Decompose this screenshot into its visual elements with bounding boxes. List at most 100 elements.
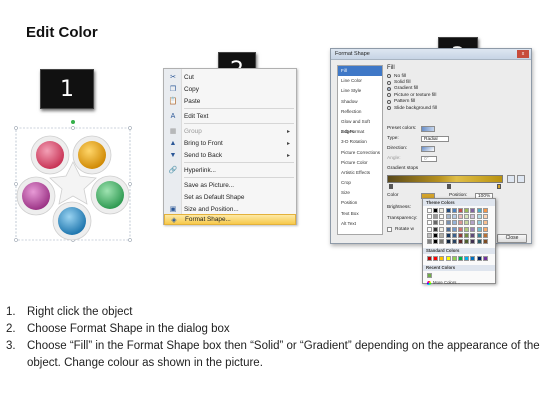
preset-colors-dropdown[interactable] bbox=[421, 125, 435, 132]
color-swatch[interactable] bbox=[427, 238, 432, 244]
color-swatch[interactable] bbox=[457, 220, 463, 226]
menu-item-format-shape[interactable]: ◈ Format Shape... bbox=[164, 214, 296, 225]
color-swatch[interactable] bbox=[464, 255, 470, 261]
color-swatch[interactable] bbox=[451, 220, 457, 226]
category-line-style[interactable]: Line Style bbox=[338, 86, 382, 96]
color-swatch[interactable] bbox=[457, 208, 463, 213]
color-swatch[interactable] bbox=[476, 255, 482, 261]
color-swatch[interactable] bbox=[451, 238, 457, 244]
gradient-stop-handle[interactable] bbox=[497, 184, 501, 189]
category-picture-color[interactable]: Picture Color bbox=[338, 158, 382, 168]
close-button[interactable]: Close bbox=[497, 234, 527, 243]
color-swatch[interactable] bbox=[427, 208, 432, 213]
more-colors-item[interactable]: More Colors... bbox=[423, 280, 495, 286]
color-swatch[interactable] bbox=[482, 208, 488, 213]
color-swatch[interactable] bbox=[439, 220, 445, 226]
color-swatch[interactable] bbox=[470, 220, 476, 226]
color-swatch[interactable] bbox=[427, 226, 432, 232]
category-glow[interactable]: Glow and Soft Edges bbox=[338, 117, 382, 134]
category-3d-format[interactable]: 3-D Format bbox=[338, 127, 382, 137]
color-swatch[interactable] bbox=[451, 208, 457, 213]
menu-item-hyperlink[interactable]: 🔗 Hyperlink... bbox=[164, 164, 296, 176]
color-swatch[interactable] bbox=[470, 226, 476, 232]
menu-item-save-as-picture[interactable]: Save as Picture... bbox=[164, 179, 296, 191]
color-swatch[interactable] bbox=[445, 232, 451, 238]
direction-dropdown[interactable] bbox=[421, 145, 435, 152]
menu-item-edit-text[interactable]: A Edit Text bbox=[164, 110, 296, 122]
color-swatch[interactable] bbox=[445, 214, 451, 220]
color-swatch[interactable] bbox=[457, 238, 463, 244]
menu-item-send-to-back[interactable]: ▼ Send to Back ▸ bbox=[164, 149, 296, 161]
category-line-color[interactable]: Line Color bbox=[338, 76, 382, 86]
color-swatch[interactable] bbox=[433, 214, 439, 220]
color-swatch[interactable] bbox=[445, 208, 451, 213]
color-swatch[interactable] bbox=[482, 238, 488, 244]
color-swatch[interactable] bbox=[445, 220, 451, 226]
color-swatch[interactable] bbox=[439, 232, 445, 238]
radio-slide-background-fill[interactable]: Slide background fill bbox=[387, 105, 529, 111]
type-dropdown[interactable]: Radial bbox=[421, 135, 449, 142]
menu-item-set-default-shape[interactable]: Set as Default Shape bbox=[164, 191, 296, 203]
color-swatch[interactable] bbox=[433, 255, 439, 261]
color-swatch[interactable] bbox=[439, 255, 445, 261]
flower-shape-selection[interactable] bbox=[10, 118, 136, 246]
color-swatch[interactable] bbox=[464, 220, 470, 226]
color-swatch[interactable] bbox=[427, 272, 432, 278]
color-swatch[interactable] bbox=[476, 220, 482, 226]
color-swatch[interactable] bbox=[482, 214, 488, 220]
color-swatch[interactable] bbox=[482, 226, 488, 232]
category-size[interactable]: Size bbox=[338, 188, 382, 198]
category-alt-text[interactable]: Alt Text bbox=[338, 219, 382, 229]
category-crop[interactable]: Crop bbox=[338, 178, 382, 188]
color-swatch[interactable] bbox=[476, 238, 482, 244]
color-swatch[interactable] bbox=[476, 214, 482, 220]
color-swatch[interactable] bbox=[470, 238, 476, 244]
add-stop-icon[interactable] bbox=[507, 175, 515, 183]
color-swatch[interactable] bbox=[427, 214, 432, 220]
color-swatch[interactable] bbox=[433, 220, 439, 226]
menu-item-cut[interactable]: ✂ Cut bbox=[164, 71, 296, 83]
color-swatch[interactable] bbox=[464, 238, 470, 244]
color-swatch[interactable] bbox=[427, 255, 432, 261]
color-swatch[interactable] bbox=[470, 208, 476, 213]
color-swatch[interactable] bbox=[433, 232, 439, 238]
color-swatch[interactable] bbox=[476, 208, 482, 213]
category-reflection[interactable]: Reflection bbox=[338, 107, 382, 117]
color-swatch[interactable] bbox=[482, 220, 488, 226]
menu-item-paste[interactable]: 📋 Paste bbox=[164, 95, 296, 107]
color-swatch[interactable] bbox=[476, 232, 482, 238]
color-swatch[interactable] bbox=[464, 226, 470, 232]
color-swatch[interactable] bbox=[451, 226, 457, 232]
color-swatch[interactable] bbox=[445, 238, 451, 244]
color-swatch[interactable] bbox=[482, 255, 488, 261]
category-text-box[interactable]: Text Box bbox=[338, 209, 382, 219]
color-swatch[interactable] bbox=[457, 214, 463, 220]
color-swatch[interactable] bbox=[482, 232, 488, 238]
color-swatch[interactable] bbox=[433, 238, 439, 244]
color-swatch[interactable] bbox=[451, 232, 457, 238]
color-swatch[interactable] bbox=[457, 226, 463, 232]
color-swatch[interactable] bbox=[433, 226, 439, 232]
color-swatch[interactable] bbox=[451, 255, 457, 261]
close-icon[interactable]: x bbox=[517, 50, 529, 58]
gradient-stops-bar[interactable] bbox=[387, 175, 503, 183]
color-swatch[interactable] bbox=[464, 214, 470, 220]
angle-input[interactable]: 0° bbox=[421, 155, 437, 162]
category-fill[interactable]: Fill bbox=[338, 66, 382, 77]
gradient-stop-handle[interactable] bbox=[447, 184, 451, 189]
color-swatch[interactable] bbox=[433, 208, 439, 213]
color-swatch[interactable] bbox=[445, 226, 451, 232]
color-swatch[interactable] bbox=[470, 232, 476, 238]
color-swatch[interactable] bbox=[439, 214, 445, 220]
color-swatch[interactable] bbox=[457, 232, 463, 238]
menu-item-bring-to-front[interactable]: ▲ Bring to Front ▸ bbox=[164, 137, 296, 149]
color-swatch[interactable] bbox=[427, 232, 432, 238]
gradient-stop-handle[interactable] bbox=[389, 184, 393, 189]
color-swatch[interactable] bbox=[427, 220, 432, 226]
color-swatch[interactable] bbox=[470, 255, 476, 261]
color-swatch[interactable] bbox=[464, 232, 470, 238]
color-swatch[interactable] bbox=[439, 238, 445, 244]
menu-item-copy[interactable]: ❐ Copy bbox=[164, 83, 296, 95]
remove-stop-icon[interactable] bbox=[517, 175, 525, 183]
color-swatch[interactable] bbox=[439, 226, 445, 232]
